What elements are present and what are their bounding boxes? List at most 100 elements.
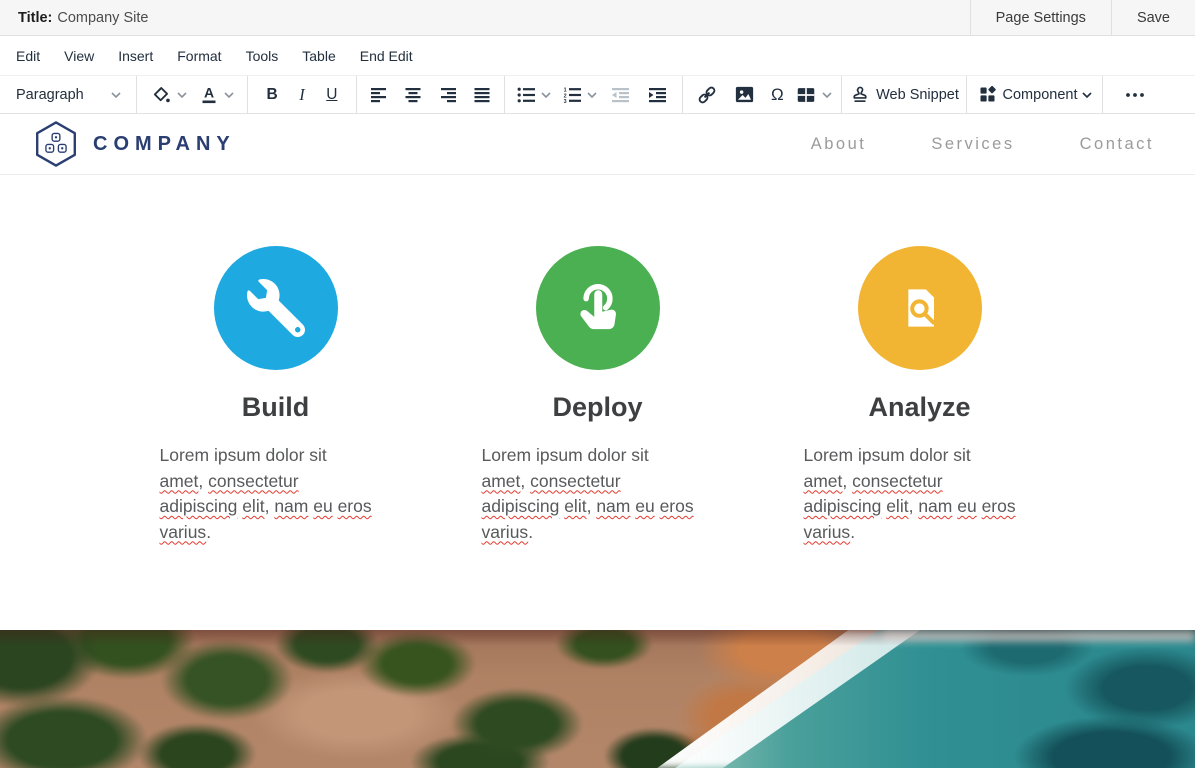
insert-image-button[interactable] bbox=[730, 80, 759, 110]
chevron-down-icon bbox=[541, 92, 551, 98]
misspelled-word: eu bbox=[635, 496, 654, 516]
misspelled-word: eros bbox=[338, 496, 372, 516]
company-logo[interactable]: COMPANY bbox=[34, 120, 236, 168]
misspelled-word: amet bbox=[804, 471, 843, 491]
feature-text[interactable]: Lorem ipsum dolor sitamet, consecteturad… bbox=[804, 443, 1036, 545]
features-section: Build Lorem ipsum dolor sitamet, consect… bbox=[0, 175, 1195, 545]
more-toolbar-button[interactable] bbox=[1121, 80, 1149, 110]
outdent-icon bbox=[611, 87, 630, 103]
align-right-button[interactable] bbox=[436, 80, 460, 110]
nav-about[interactable]: About bbox=[811, 135, 867, 154]
insert-link-button[interactable] bbox=[692, 80, 722, 110]
indent-button[interactable] bbox=[645, 80, 670, 110]
align-center-button[interactable] bbox=[401, 80, 425, 110]
site-header: COMPANY About Services Contact bbox=[0, 114, 1195, 175]
nav-services[interactable]: Services bbox=[931, 135, 1014, 154]
hero-shadow-overlay bbox=[0, 630, 1195, 646]
feature-text[interactable]: Lorem ipsum dolor sitamet, consecteturad… bbox=[160, 443, 392, 545]
misspelled-word: consectetur bbox=[852, 471, 942, 491]
misspelled-word: consectetur bbox=[208, 471, 298, 491]
chevron-down-icon bbox=[822, 92, 832, 98]
hexagon-logo-icon bbox=[34, 120, 78, 168]
save-button[interactable]: Save bbox=[1111, 0, 1195, 35]
menu-end-edit[interactable]: End Edit bbox=[348, 48, 425, 64]
analyze-circle[interactable] bbox=[858, 246, 982, 370]
feature-title[interactable]: Analyze bbox=[868, 392, 970, 423]
feature-title[interactable]: Build bbox=[242, 392, 310, 423]
underline-button[interactable]: U bbox=[323, 80, 340, 110]
svg-text:3: 3 bbox=[563, 99, 566, 103]
text-color-icon: A bbox=[199, 84, 219, 106]
svg-text:A: A bbox=[204, 84, 214, 100]
editor-menubar: Edit View Insert Format Tools Table End … bbox=[0, 36, 1195, 76]
build-circle[interactable] bbox=[214, 246, 338, 370]
misspelled-word: elit bbox=[886, 496, 908, 516]
page-title: Title: Company Site bbox=[0, 0, 148, 35]
editor-titlebar: Title: Company Site Page Settings Save bbox=[0, 0, 1195, 36]
misspelled-word: elit bbox=[242, 496, 264, 516]
menu-edit[interactable]: Edit bbox=[4, 48, 52, 64]
editor-toolbar: Paragraph A B I U bbox=[0, 76, 1195, 114]
outdent-button[interactable] bbox=[608, 80, 633, 110]
align-justify-button[interactable] bbox=[470, 80, 494, 110]
tap-icon bbox=[568, 278, 628, 338]
align-left-icon bbox=[370, 87, 388, 103]
feature-title[interactable]: Deploy bbox=[552, 392, 642, 423]
bullet-list-icon bbox=[517, 87, 536, 103]
misspelled-word: consectetur bbox=[530, 471, 620, 491]
image-icon bbox=[733, 83, 756, 106]
deploy-circle[interactable] bbox=[536, 246, 660, 370]
special-character-button[interactable]: Ω bbox=[768, 80, 787, 110]
menu-view[interactable]: View bbox=[52, 48, 106, 64]
feature-analyze: Analyze Lorem ipsum dolor sitamet, conse… bbox=[759, 246, 1081, 545]
background-color-icon bbox=[150, 84, 172, 106]
page-title-value: Company Site bbox=[57, 10, 148, 26]
component-button[interactable]: Component bbox=[977, 84, 1093, 105]
align-left-button[interactable] bbox=[367, 80, 391, 110]
misspelled-word: adipiscing bbox=[804, 496, 882, 516]
nav-contact[interactable]: Contact bbox=[1080, 135, 1154, 154]
special-character-icon: Ω bbox=[771, 85, 784, 105]
numbered-list-button[interactable]: 123 bbox=[563, 87, 597, 103]
hero-image[interactable] bbox=[0, 630, 1195, 768]
italic-button[interactable]: I bbox=[296, 80, 308, 110]
background-color-button[interactable] bbox=[150, 84, 187, 106]
bullet-list-button[interactable] bbox=[517, 87, 551, 103]
misspelled-word: eros bbox=[660, 496, 694, 516]
feature-text[interactable]: Lorem ipsum dolor sitamet, consecteturad… bbox=[482, 443, 714, 545]
misspelled-word: amet bbox=[160, 471, 199, 491]
stamp-icon bbox=[849, 84, 871, 106]
component-icon bbox=[977, 84, 998, 105]
feature-deploy: Deploy Lorem ipsum dolor sitamet, consec… bbox=[437, 246, 759, 545]
menu-table[interactable]: Table bbox=[290, 48, 347, 64]
more-icon bbox=[1124, 91, 1146, 99]
misspelled-word: eros bbox=[982, 496, 1016, 516]
misspelled-word: varius bbox=[804, 522, 851, 542]
menu-format[interactable]: Format bbox=[165, 48, 233, 64]
align-right-icon bbox=[439, 87, 457, 103]
chevron-down-icon bbox=[587, 92, 597, 98]
misspelled-word: varius bbox=[482, 522, 529, 542]
insert-table-button[interactable] bbox=[795, 84, 832, 106]
align-center-icon bbox=[404, 87, 422, 103]
misspelled-word: elit bbox=[564, 496, 586, 516]
menu-tools[interactable]: Tools bbox=[234, 48, 291, 64]
document-search-icon bbox=[892, 280, 948, 336]
page-title-label: Title: bbox=[18, 10, 52, 26]
misspelled-word: adipiscing bbox=[160, 496, 238, 516]
bold-button[interactable]: B bbox=[264, 80, 281, 110]
web-snippet-button[interactable]: Web Snippet bbox=[849, 84, 959, 106]
link-icon bbox=[695, 83, 719, 107]
chevron-down-icon bbox=[224, 92, 234, 98]
menu-insert[interactable]: Insert bbox=[106, 48, 165, 64]
brand-name: COMPANY bbox=[93, 133, 236, 156]
paragraph-style-select[interactable]: Paragraph bbox=[0, 76, 137, 113]
misspelled-word: nam bbox=[596, 496, 630, 516]
text-color-button[interactable]: A bbox=[199, 84, 234, 106]
chevron-down-icon bbox=[177, 92, 187, 98]
misspelled-word: eu bbox=[957, 496, 976, 516]
page-settings-button[interactable]: Page Settings bbox=[970, 0, 1111, 35]
table-icon bbox=[795, 84, 817, 106]
misspelled-word: amet bbox=[482, 471, 521, 491]
chevron-down-icon bbox=[1082, 92, 1092, 98]
